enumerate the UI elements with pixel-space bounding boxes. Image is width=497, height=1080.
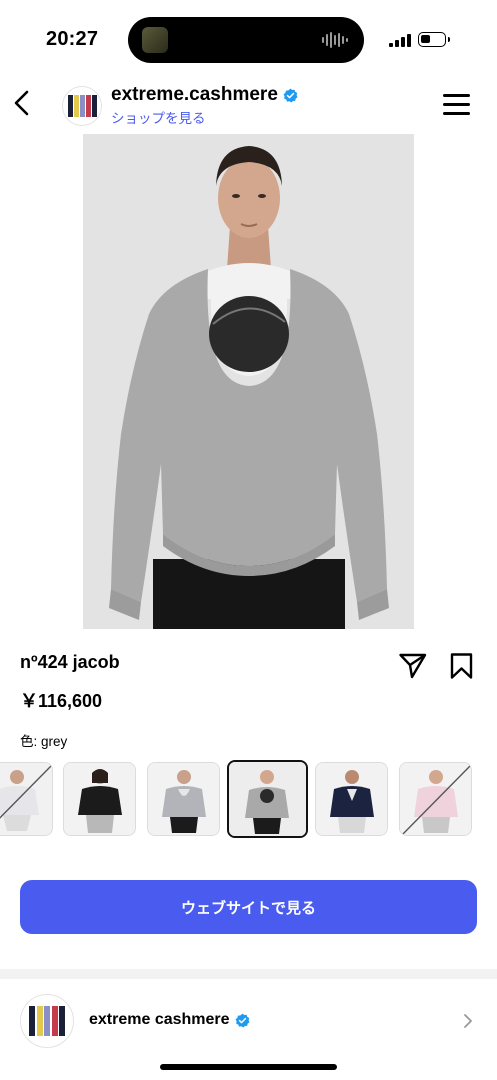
bookmark-icon bbox=[450, 653, 473, 679]
color-variants bbox=[0, 760, 497, 838]
view-shop-link[interactable]: ショップを見る bbox=[111, 107, 206, 127]
shop-header: extreme.cashmere ショップを見る bbox=[0, 72, 497, 134]
variant-white[interactable] bbox=[0, 762, 53, 836]
status-time: 20:27 bbox=[46, 28, 99, 50]
verified-icon bbox=[235, 1013, 249, 1027]
share-icon bbox=[399, 653, 427, 679]
save-button[interactable] bbox=[449, 652, 474, 680]
section-divider bbox=[0, 969, 497, 979]
share-button[interactable] bbox=[398, 652, 428, 680]
back-icon bbox=[14, 90, 29, 116]
shop-avatar[interactable] bbox=[62, 86, 102, 126]
variant-light-grey[interactable] bbox=[147, 762, 220, 836]
variant-pink[interactable] bbox=[399, 762, 472, 836]
shop-row-name-text: extreme cashmere bbox=[89, 1011, 230, 1028]
menu-button[interactable] bbox=[443, 94, 470, 116]
cellular-signal-icon bbox=[389, 34, 411, 47]
audio-waveform-icon bbox=[322, 31, 348, 49]
product-image[interactable] bbox=[83, 134, 414, 629]
product-name: nº424 jacob bbox=[20, 652, 120, 672]
now-playing-thumbnail bbox=[142, 27, 168, 53]
product-photo bbox=[83, 134, 414, 629]
back-button[interactable] bbox=[10, 88, 38, 118]
shop-name-text: extreme.cashmere bbox=[111, 84, 278, 105]
verified-icon bbox=[283, 88, 298, 102]
color-label: 色: grey bbox=[20, 734, 68, 749]
variant-grey-selected[interactable] bbox=[227, 760, 308, 838]
battery-icon bbox=[418, 32, 450, 47]
shop-row[interactable]: extreme cashmere bbox=[0, 980, 497, 1060]
variant-navy[interactable] bbox=[315, 762, 388, 836]
product-price: ￥116,600 bbox=[20, 691, 103, 711]
shop-name[interactable]: extreme.cashmere bbox=[111, 84, 298, 106]
dynamic-island bbox=[128, 17, 364, 63]
view-website-button[interactable]: ウェブサイトで見る bbox=[20, 880, 477, 934]
status-bar: 20:27 bbox=[0, 0, 497, 66]
menu-icon bbox=[443, 94, 470, 115]
shop-row-avatar bbox=[20, 994, 74, 1048]
variant-black[interactable] bbox=[63, 762, 136, 836]
home-indicator bbox=[160, 1064, 337, 1070]
chevron-right-icon bbox=[464, 1014, 472, 1028]
shop-row-name: extreme cashmere bbox=[89, 1011, 250, 1029]
